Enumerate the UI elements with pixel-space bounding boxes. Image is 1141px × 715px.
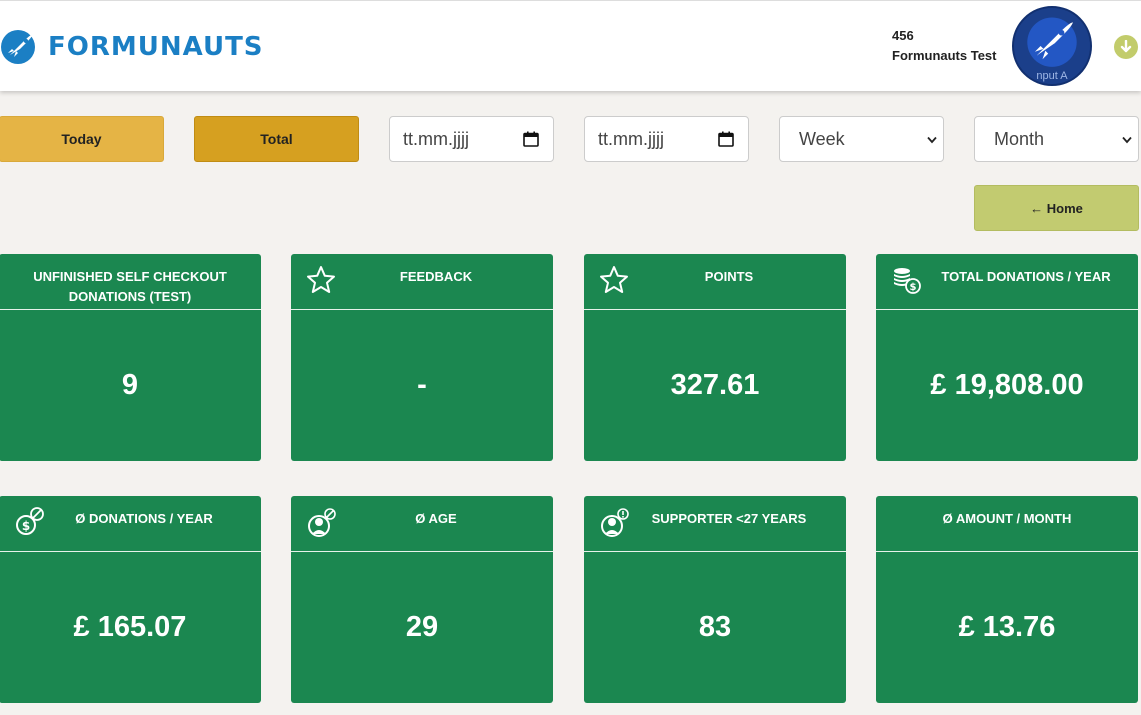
avatar-text: nput A [1036, 70, 1068, 82]
donation-average-icon: $ [13, 506, 45, 538]
chevron-down-icon [1122, 136, 1132, 144]
date-to-placeholder: tt.mm.jjjj [598, 128, 664, 149]
card-value: £ 13.76 [958, 611, 1056, 643]
coins-icon: $ [890, 264, 922, 296]
card-title: POINTS [704, 269, 754, 284]
arrow-down-circle-icon [1120, 40, 1132, 53]
card-value: 9 [121, 369, 139, 401]
stat-card-points: POINTS 327.61 [584, 254, 846, 461]
card-header: UNFINISHED SELF CHECKOUT DONATIONS (TEST… [0, 254, 261, 310]
stat-card-feedback: FEEDBACK - [291, 254, 553, 461]
star-icon [598, 264, 630, 296]
card-title: Ø AGE [415, 511, 457, 526]
card-title: SUPPORTER <27 YEARS [651, 511, 807, 526]
card-title: Ø DONATIONS / YEAR [75, 511, 213, 526]
chevron-down-icon [927, 136, 937, 144]
calendar-icon[interactable] [718, 131, 734, 147]
stat-card-total-donations-year: $ TOTAL DONATIONS / YEAR £ 19,808.00 [876, 254, 1138, 461]
week-select[interactable]: Week [779, 116, 944, 162]
user-id: 456 [892, 28, 914, 43]
card-value: £ 165.07 [73, 611, 187, 643]
rocket-icon [0, 27, 40, 67]
month-select-value: Month [994, 128, 1045, 149]
user-menu-button[interactable] [1114, 35, 1138, 59]
svg-text:$: $ [910, 282, 917, 293]
stat-card-avg-donations-year: $ Ø DONATIONS / YEAR £ 165.07 [0, 496, 261, 703]
date-to-input[interactable]: tt.mm.jjjj [584, 116, 749, 162]
avatar[interactable]: nput A [1012, 6, 1092, 86]
card-header: $ Ø DONATIONS / YEAR [0, 496, 261, 552]
card-header: Ø AGE [291, 496, 553, 552]
brand-name: FORMUNAUTS [48, 32, 264, 62]
card-title: FEEDBACK [399, 269, 473, 284]
card-value: 327.61 [670, 369, 760, 401]
date-from-placeholder: tt.mm.jjjj [403, 128, 469, 149]
date-from-input[interactable]: tt.mm.jjjj [389, 116, 554, 162]
card-header: FEEDBACK [291, 254, 553, 310]
today-button[interactable]: Today [0, 116, 164, 162]
month-select[interactable]: Month [974, 116, 1139, 162]
user-info-icon [598, 506, 630, 538]
brand-logo[interactable]: FORMUNAUTS [0, 27, 264, 67]
card-value: 29 [405, 611, 439, 643]
stat-card-avg-amount-month: Ø AMOUNT / MONTH £ 13.76 [876, 496, 1138, 703]
user-name: Formunauts Test [892, 48, 997, 63]
header: FORMUNAUTS 456 Formunauts Test nput A [0, 0, 1141, 91]
card-title: TOTAL DONATIONS / YEAR [941, 269, 1111, 284]
card-value: - [417, 369, 427, 401]
calendar-icon[interactable] [523, 131, 539, 147]
card-header: Ø AMOUNT / MONTH [876, 496, 1138, 552]
stat-card-supporter-under-27: SUPPORTER <27 YEARS 83 [584, 496, 846, 703]
card-header: $ TOTAL DONATIONS / YEAR [876, 254, 1138, 310]
total-button[interactable]: Total [194, 116, 359, 162]
card-value: £ 19,808.00 [930, 369, 1084, 401]
user-info: 456 Formunauts Test [892, 28, 997, 63]
week-select-value: Week [799, 128, 845, 149]
stat-card-avg-age: Ø AGE 29 [291, 496, 553, 703]
star-icon [305, 264, 337, 296]
card-header: SUPPORTER <27 YEARS [584, 496, 846, 552]
stat-card-unfinished-donations: UNFINISHED SELF CHECKOUT DONATIONS (TEST… [0, 254, 261, 461]
user-average-icon [305, 506, 337, 538]
card-header: POINTS [584, 254, 846, 310]
svg-text:$: $ [22, 519, 30, 533]
card-title: UNFINISHED SELF CHECKOUT DONATIONS (TEST… [33, 269, 227, 304]
card-title: Ø AMOUNT / MONTH [942, 511, 1072, 526]
home-button[interactable]: ← Home [974, 185, 1139, 231]
card-value: 83 [698, 611, 732, 643]
